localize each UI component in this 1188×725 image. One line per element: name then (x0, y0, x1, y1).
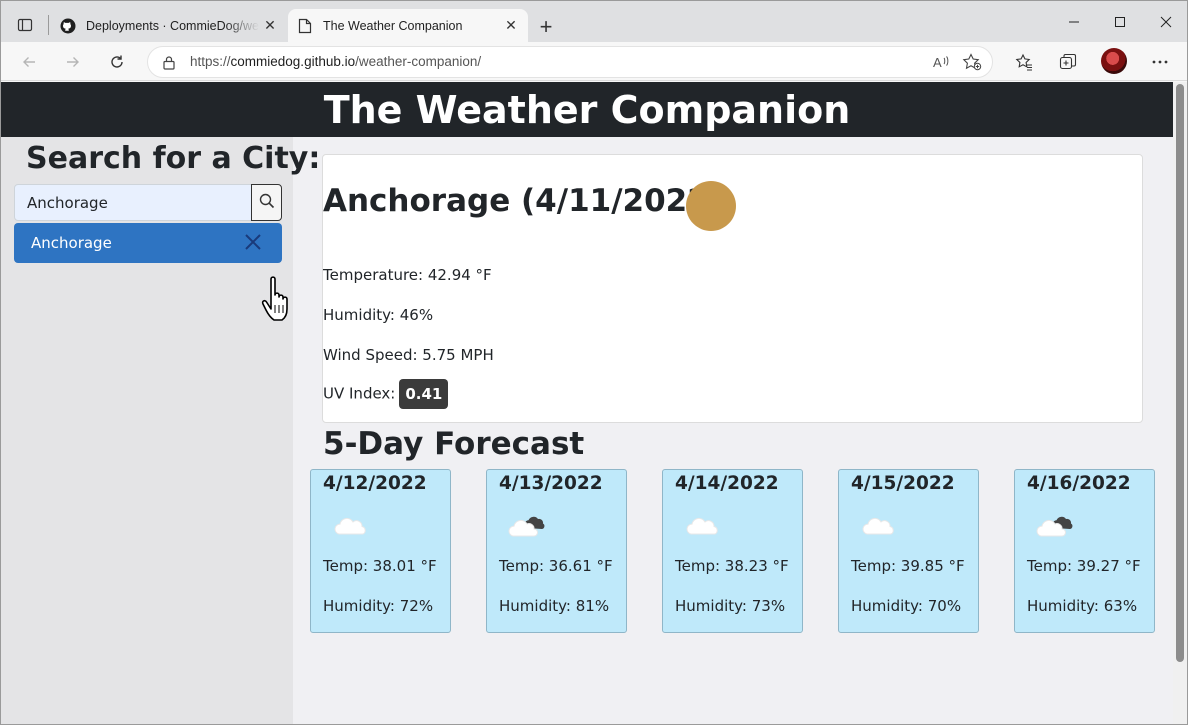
forecast-card: 4/16/2022 Temp: 39.27 °F Humidity: 63% (1014, 469, 1155, 633)
current-uv-index: UV Index: 0.41 (323, 379, 449, 409)
search-heading: Search for a City: (26, 141, 321, 176)
search-form (14, 184, 282, 221)
uv-label: UV Index: (323, 384, 396, 403)
refresh-icon[interactable] (103, 48, 131, 76)
forecast-temp: Temp: 38.23 °F (675, 557, 789, 575)
forecast-temp: Temp: 39.85 °F (851, 557, 965, 575)
forecast-title: 5-Day Forecast (323, 426, 585, 462)
forecast-humidity: Humidity: 81% (499, 597, 610, 615)
city-search-input[interactable] (14, 184, 252, 221)
lock-icon[interactable] (162, 55, 176, 74)
forecast-date: 4/14/2022 (675, 473, 779, 494)
forecast-date: 4/12/2022 (323, 473, 427, 494)
tab-deployments[interactable]: Deployments · CommieDog/weather-companio… (51, 9, 287, 42)
forecast-date: 4/13/2022 (499, 473, 603, 494)
scrollbar-thumb[interactable] (1176, 84, 1184, 662)
forecast-temp: Temp: 38.01 °F (323, 557, 437, 575)
github-icon (60, 18, 76, 34)
forecast-date: 4/16/2022 (1027, 473, 1131, 494)
forward-icon[interactable] (59, 48, 87, 76)
current-weather-card: Anchorage (4/11/2022) Temperature: 42.94… (322, 154, 1143, 423)
forecast-humidity: Humidity: 63% (1027, 597, 1138, 615)
uv-badge: 0.41 (399, 379, 449, 409)
forecast-card: 4/12/2022 Temp: 38.01 °F Humidity: 72% (310, 469, 451, 633)
forecast-card: 4/14/2022 Temp: 38.23 °F Humidity: 73% (662, 469, 803, 633)
current-humidity: Humidity: 46% (323, 306, 434, 324)
minimize-icon[interactable] (1051, 1, 1097, 42)
tab-weather-companion[interactable]: The Weather Companion ✕ (288, 9, 528, 42)
hand-cursor-icon (261, 276, 288, 321)
forecast-card: 4/13/2022 Temp: 36.61 °F Humidity: 81% (486, 469, 627, 633)
site-header: The Weather Companion (1, 82, 1173, 137)
page-content: The Weather Companion Search for a City:… (1, 82, 1173, 724)
broken-clouds-icon (1036, 516, 1073, 537)
add-favorite-icon[interactable] (962, 53, 982, 75)
tab-title: The Weather Companion (323, 18, 463, 33)
favorites-icon[interactable] (1009, 48, 1039, 76)
cloud-icon (862, 517, 894, 535)
browser-window: Deployments · CommieDog/weather-companio… (0, 0, 1188, 725)
svg-text:A: A (933, 55, 942, 70)
history-item-label: Anchorage (31, 234, 112, 252)
collections-icon[interactable] (1053, 48, 1083, 76)
page-icon (297, 18, 313, 34)
remove-icon[interactable] (242, 231, 264, 253)
cloud-icon (686, 517, 718, 535)
forecast-card: 4/15/2022 Temp: 39.85 °F Humidity: 70% (838, 469, 979, 633)
profile-avatar[interactable] (1101, 48, 1127, 74)
close-icon[interactable]: ✕ (500, 15, 522, 37)
current-city-title: Anchorage (4/11/2022) (323, 183, 723, 219)
new-tab-button[interactable]: + (532, 13, 560, 41)
forecast-humidity: Humidity: 73% (675, 597, 786, 615)
search-icon (259, 193, 275, 213)
forecast-date: 4/15/2022 (851, 473, 955, 494)
cloud-icon (334, 517, 366, 535)
read-aloud-icon[interactable]: A (932, 53, 950, 75)
url-text[interactable]: https://commiedog.github.io/weather-comp… (190, 54, 481, 69)
address-toolbar: https://commiedog.github.io/weather-comp… (1, 42, 1187, 81)
current-temperature: Temperature: 42.94 °F (323, 266, 492, 284)
address-bar[interactable]: https://commiedog.github.io/weather-comp… (147, 46, 993, 78)
clear-sky-icon (686, 181, 736, 231)
forecast-humidity: Humidity: 72% (323, 597, 434, 615)
forecast-temp: Temp: 39.27 °F (1027, 557, 1141, 575)
history-item-anchorage[interactable]: Anchorage (14, 223, 282, 263)
sidebar: Search for a City: Anchorage (1, 137, 320, 724)
close-icon[interactable]: ✕ (259, 15, 281, 37)
tab-strip: Deployments · CommieDog/weather-companio… (1, 1, 1187, 42)
close-window-icon[interactable] (1143, 1, 1187, 42)
more-options-icon[interactable] (1145, 48, 1175, 76)
maximize-icon[interactable] (1097, 1, 1143, 42)
forecast-humidity: Humidity: 70% (851, 597, 962, 615)
search-button[interactable] (251, 184, 282, 221)
forecast-temp: Temp: 36.61 °F (499, 557, 613, 575)
tab-separator (48, 15, 49, 35)
back-icon[interactable] (15, 48, 43, 76)
page-scrollbar[interactable] (1173, 82, 1187, 724)
tab-actions-icon[interactable] (11, 11, 39, 39)
tab-title: Deployments · CommieDog/weather-companio… (86, 18, 259, 33)
broken-clouds-icon (508, 516, 545, 537)
current-wind-speed: Wind Speed: 5.75 MPH (323, 346, 494, 364)
window-controls (1051, 1, 1187, 42)
